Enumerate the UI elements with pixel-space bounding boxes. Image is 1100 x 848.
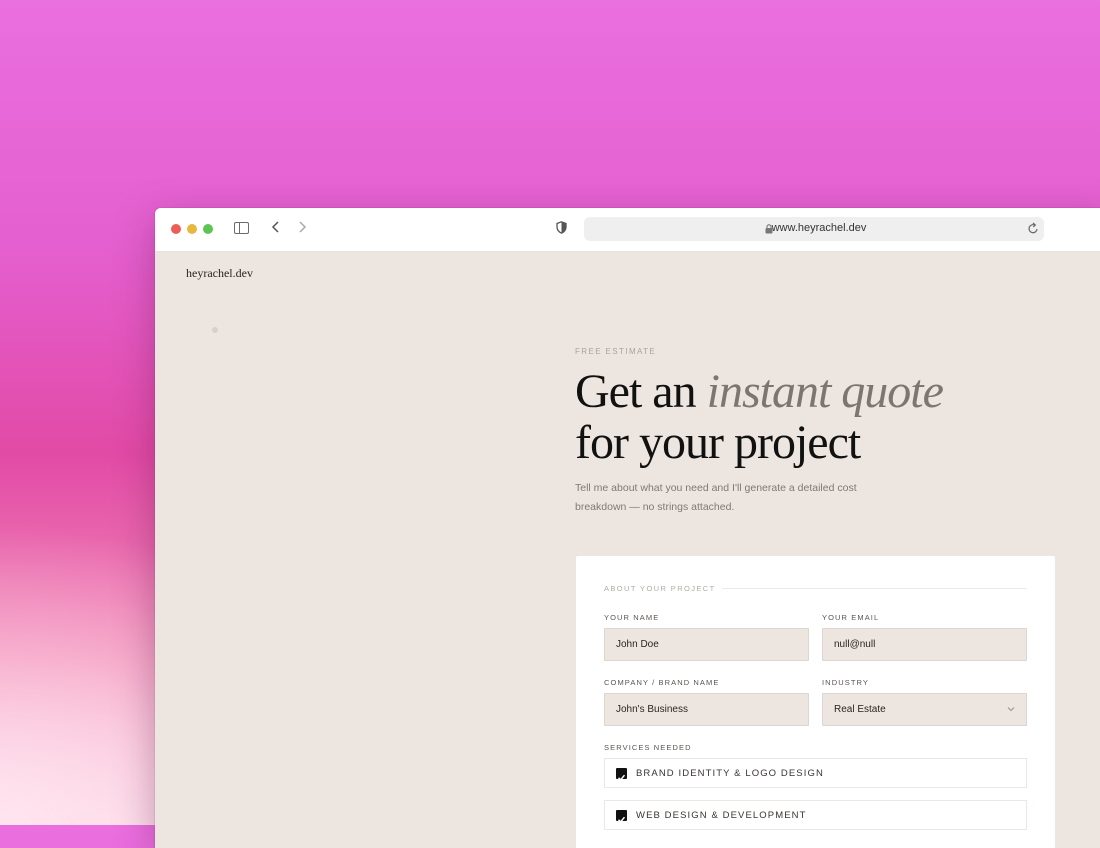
checkbox-checked[interactable]: [616, 810, 627, 823]
email-label: YOUR EMAIL: [822, 613, 880, 622]
browser-toolbar: www.heyrachel.dev: [155, 208, 1100, 252]
page-title: Get an instant quote for your project: [575, 365, 944, 469]
industry-select[interactable]: Real Estate: [822, 693, 1027, 726]
eyebrow-label: FREE ESTIMATE: [575, 347, 657, 356]
quote-form-card: ABOUT YOUR PROJECT YOUR NAME John Doe YO…: [576, 556, 1055, 848]
name-value: John Doe: [616, 639, 659, 650]
forward-arrow-icon[interactable]: [297, 220, 307, 234]
subtitle-line2: breakdown — no strings attached.: [575, 500, 735, 513]
sidebar-icon[interactable]: [234, 222, 249, 234]
decorative-dot: [212, 327, 218, 333]
chevron-down-icon: [1007, 707, 1015, 712]
browser-window: www.heyrachel.dev heyrachel.dev FREE EST…: [155, 208, 1100, 848]
url-text: www.heyrachel.dev: [771, 222, 867, 234]
industry-value: Real Estate: [834, 704, 886, 715]
service-label: WEB DESIGN & DEVELOPMENT: [636, 810, 807, 821]
email-value: null@null: [834, 639, 876, 650]
shield-icon[interactable]: [556, 221, 567, 234]
reload-icon[interactable]: [1027, 222, 1039, 235]
address-bar[interactable]: www.heyrachel.dev: [584, 217, 1044, 241]
checkmark-icon: [617, 816, 626, 823]
company-label: COMPANY / BRAND NAME: [604, 678, 720, 687]
close-icon[interactable]: [171, 224, 181, 234]
service-option-web[interactable]: WEB DESIGN & DEVELOPMENT: [604, 800, 1027, 830]
minimize-icon[interactable]: [187, 224, 197, 234]
industry-label: INDUSTRY: [822, 678, 869, 687]
service-option-branding[interactable]: BRAND IDENTITY & LOGO DESIGN: [604, 758, 1027, 788]
section-label: ABOUT YOUR PROJECT: [604, 584, 716, 593]
hero-subtitle: Tell me about what you need and I'll gen…: [575, 479, 905, 516]
company-field[interactable]: John's Business: [604, 693, 809, 726]
email-field[interactable]: null@null: [822, 628, 1027, 661]
checkmark-icon: [617, 774, 626, 781]
company-value: John's Business: [616, 704, 688, 715]
site-logo[interactable]: heyrachel.dev: [186, 266, 253, 281]
section-divider: [722, 588, 1027, 589]
headline-line2: for your project: [575, 416, 861, 469]
checkbox-checked[interactable]: [616, 768, 627, 781]
service-label: BRAND IDENTITY & LOGO DESIGN: [636, 768, 824, 779]
name-field[interactable]: John Doe: [604, 628, 809, 661]
services-label: SERVICES NEEDED: [604, 743, 692, 752]
subtitle-line1: Tell me about what you need and I'll gen…: [575, 482, 857, 494]
back-arrow-icon[interactable]: [271, 220, 281, 234]
headline-part1: Get an: [575, 365, 707, 418]
zoom-icon[interactable]: [203, 224, 213, 234]
headline-italic: instant quote: [706, 365, 944, 418]
name-label: YOUR NAME: [604, 613, 660, 622]
